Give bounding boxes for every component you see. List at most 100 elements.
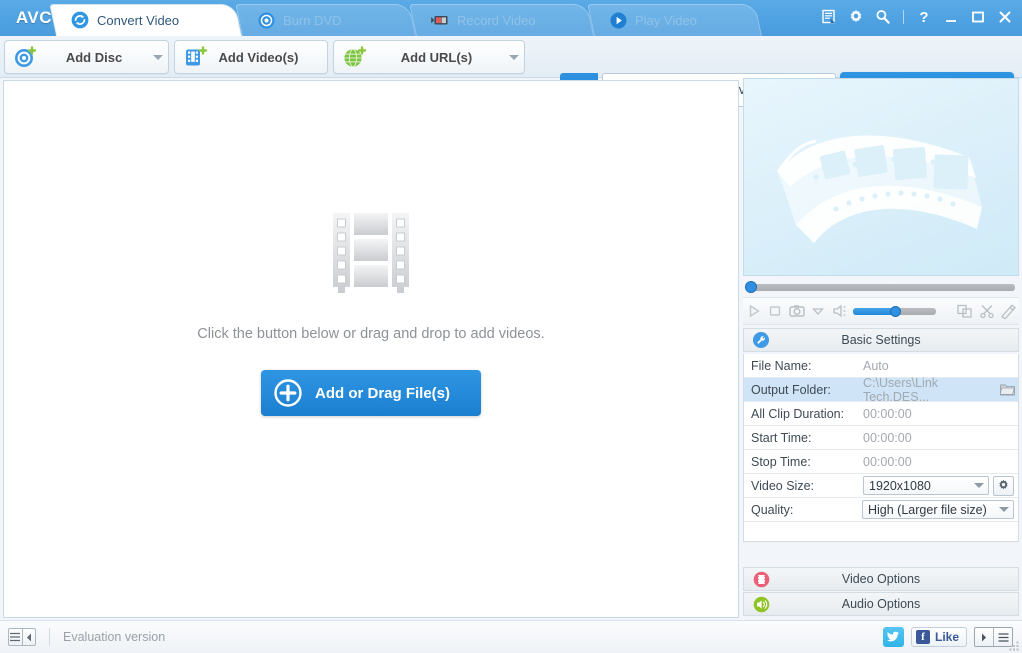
row-value[interactable]: 00:00:00 [858, 455, 1018, 469]
social-buttons: f Like [882, 627, 1013, 647]
audio-options-label: Audio Options [841, 597, 921, 611]
twitter-button[interactable] [882, 627, 904, 647]
settings-wrench-icon [744, 331, 778, 349]
tab-label: Play Video [635, 12, 697, 28]
settings-row-all-clip-duration[interactable]: All Clip Duration: 00:00:00 [744, 402, 1018, 426]
browse-folder-icon[interactable] [996, 382, 1018, 397]
add-or-drag-files-button[interactable]: Add or Drag File(s) [261, 370, 481, 416]
video-size-settings-button[interactable] [993, 475, 1014, 496]
row-value[interactable]: 00:00:00 [858, 407, 1018, 421]
seek-track [751, 284, 1015, 291]
video-list-drop-area[interactable]: Click the button below or drag and drop … [3, 80, 739, 618]
volume-icon[interactable] [829, 300, 850, 322]
chevron-down-icon[interactable] [970, 483, 988, 488]
list-view-toggle[interactable] [8, 628, 36, 646]
settings-row-start-time[interactable]: Start Time: 00:00:00 [744, 426, 1018, 450]
volume-thumb[interactable] [889, 306, 901, 317]
notes-icon[interactable] [820, 8, 838, 26]
video-options-icon [744, 571, 778, 588]
stop-icon[interactable] [764, 300, 785, 322]
add-disc-label: Add Disc [65, 49, 123, 65]
status-text: Evaluation version [63, 630, 166, 644]
clone-icon[interactable] [955, 300, 976, 322]
video-preview[interactable] [743, 78, 1019, 276]
row-key: Stop Time: [751, 454, 811, 469]
quality-value: High (Larger file size) [868, 502, 987, 517]
maximize-icon[interactable] [969, 8, 987, 26]
basic-settings-table: File Name: Auto Output Folder: C:\Users\… [743, 354, 1019, 542]
row-key: Output Folder: [751, 382, 831, 397]
help-icon[interactable]: ? [915, 8, 933, 26]
record-video-icon [430, 10, 450, 30]
close-icon[interactable] [996, 8, 1014, 26]
status-bar: Evaluation version f Like [0, 620, 1022, 653]
tab-convert-video[interactable]: Convert Video [49, 4, 243, 36]
resize-grip[interactable] [1008, 639, 1020, 651]
row-value-wrap: 1920x1080 [858, 475, 1018, 496]
row-value[interactable]: C:\Users\Link Tech.DES... [858, 376, 996, 404]
snapshot-icon[interactable] [786, 300, 807, 322]
settings-row-stop-time[interactable]: Stop Time: 00:00:00 [744, 450, 1018, 474]
add-videos-icon [180, 43, 210, 71]
play-icon[interactable] [743, 300, 764, 322]
row-key: Start Time: [751, 430, 812, 445]
add-urls-label: Add URL(s) [400, 49, 473, 65]
facebook-like-button[interactable]: f Like [910, 627, 967, 647]
add-urls-button[interactable]: Add URL(s) [333, 40, 525, 74]
effects-icon[interactable] [998, 300, 1019, 322]
tab-label: Burn DVD [283, 12, 342, 28]
basic-settings-header[interactable]: Basic Settings [743, 328, 1019, 352]
play-small-icon[interactable] [975, 628, 993, 646]
video-size-value: 1920x1080 [869, 478, 931, 493]
row-value[interactable]: 00:00:00 [858, 431, 1018, 445]
tab-record-video[interactable]: Record Video [409, 4, 594, 36]
preview-player-controls [743, 297, 1019, 325]
row-key: Video Size: [751, 478, 815, 493]
volume-slider[interactable] [853, 306, 936, 317]
settings-row-quality[interactable]: Quality: High (Larger file size) [744, 498, 1018, 522]
tab-burn-dvd[interactable]: Burn DVD [235, 4, 416, 36]
settings-row-file-name[interactable]: File Name: Auto [744, 354, 1018, 378]
cut-icon[interactable] [976, 300, 997, 322]
chevron-down-icon[interactable] [148, 54, 168, 60]
add-videos-button[interactable]: Add Video(s) [174, 40, 328, 74]
snapshot-menu-icon[interactable] [807, 300, 828, 322]
add-disc-icon [10, 43, 40, 71]
row-key: All Clip Duration: [751, 406, 845, 421]
audio-options-header[interactable]: Audio Options [743, 592, 1019, 616]
video-size-select[interactable]: 1920x1080 [863, 476, 989, 495]
right-panel: Basic Settings File Name: Auto Output Fo… [742, 78, 1020, 618]
row-value[interactable]: Auto [858, 359, 1018, 373]
gear-icon[interactable] [847, 8, 865, 26]
collapse-left-icon[interactable] [23, 629, 36, 645]
quality-select[interactable]: High (Larger file size) [862, 500, 1014, 519]
chevron-down-icon[interactable] [504, 54, 524, 60]
video-options-header[interactable]: Video Options [743, 567, 1019, 591]
search-icon[interactable] [874, 8, 892, 26]
row-key: File Name: [751, 358, 812, 373]
title-bar: AVC Convert Video Burn DVD Record Video … [0, 0, 1022, 36]
minimize-icon[interactable] [942, 8, 960, 26]
burn-dvd-icon [256, 10, 276, 30]
toolbar-divider [903, 10, 904, 24]
drop-hint-text: Click the button below or drag and drop … [197, 326, 545, 342]
main-toolbar: Add Disc Add Video(s) Add URL(s) [0, 36, 1022, 108]
tab-play-video[interactable]: Play Video [587, 4, 762, 36]
add-disc-button[interactable]: Add Disc [4, 40, 169, 74]
settings-empty-space [744, 522, 1018, 566]
list-icon[interactable] [9, 629, 22, 645]
avc-application-window: AVC Convert Video Burn DVD Record Video … [0, 0, 1022, 653]
chevron-down-icon[interactable] [995, 507, 1013, 512]
add-urls-icon [339, 43, 369, 71]
preview-seek-slider[interactable] [743, 279, 1019, 295]
basic-settings-label: Basic Settings [841, 333, 921, 347]
row-key: Quality: [751, 502, 794, 517]
seek-thumb[interactable] [745, 281, 757, 293]
play-video-icon [608, 10, 628, 30]
add-or-drag-files-label: Add or Drag File(s) [315, 384, 451, 402]
volume-fill [853, 308, 893, 315]
add-videos-label: Add Video(s) [218, 49, 299, 65]
settings-row-video-size[interactable]: Video Size: 1920x1080 [744, 474, 1018, 498]
settings-row-output-folder[interactable]: Output Folder: C:\Users\Link Tech.DES... [744, 376, 1018, 404]
audio-options-icon [744, 596, 778, 613]
